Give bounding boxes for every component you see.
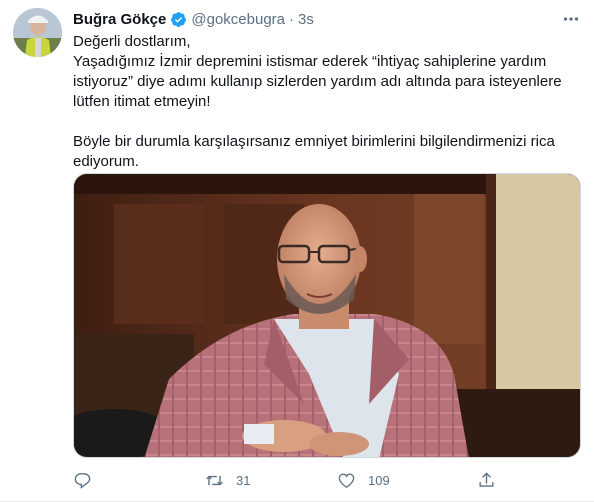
tweet-text-line: Böyle bir durumla karşılaşırsanız emniye… bbox=[73, 133, 555, 150]
retweet-count: 31 bbox=[236, 472, 251, 488]
avatar[interactable] bbox=[13, 8, 62, 57]
verified-badge-icon bbox=[171, 11, 187, 27]
tweet-photo[interactable] bbox=[73, 173, 581, 458]
tweet-text-line: Yaşadığımız İzmir depremini istismar ede… bbox=[73, 53, 547, 70]
tweet-text-line: ediyorum. bbox=[73, 153, 139, 170]
tweet-text: Değerli dostlarım, Yaşadığımız İzmir dep… bbox=[73, 32, 583, 172]
retweet-button[interactable]: 31 bbox=[205, 468, 250, 492]
share-icon bbox=[479, 471, 494, 487]
tweet-card[interactable]: Buğra Gökçe @gokcebugra · 3s Değerli dos… bbox=[0, 0, 594, 502]
avatar-image bbox=[13, 8, 62, 57]
photo-of-man-in-office bbox=[74, 174, 580, 457]
timestamp[interactable]: 3s bbox=[298, 11, 314, 28]
share-button[interactable] bbox=[477, 468, 508, 492]
like-button[interactable]: 109 bbox=[337, 468, 390, 492]
tweet-header: Buğra Gökçe @gokcebugra · 3s bbox=[73, 9, 314, 29]
author-handle[interactable]: @gokcebugra bbox=[191, 11, 285, 28]
tweet-text-line: istiyoruz” diye adımı kullanıp sizlerden… bbox=[73, 73, 562, 90]
author-name[interactable]: Buğra Gökçe bbox=[73, 11, 166, 28]
tweet-text-line: lütfen itimat etmeyin! bbox=[73, 93, 211, 110]
tweet-actions: 31 109 bbox=[73, 468, 513, 492]
reply-icon bbox=[74, 472, 91, 489]
more-options-icon[interactable] bbox=[560, 10, 582, 28]
separator-dot: · bbox=[289, 10, 294, 28]
tweet-text-line: Değerli dostlarım, bbox=[73, 33, 191, 50]
retweet-icon bbox=[206, 475, 223, 485]
heart-icon bbox=[338, 472, 355, 488]
reply-button[interactable] bbox=[73, 468, 104, 492]
like-count: 109 bbox=[368, 472, 390, 488]
